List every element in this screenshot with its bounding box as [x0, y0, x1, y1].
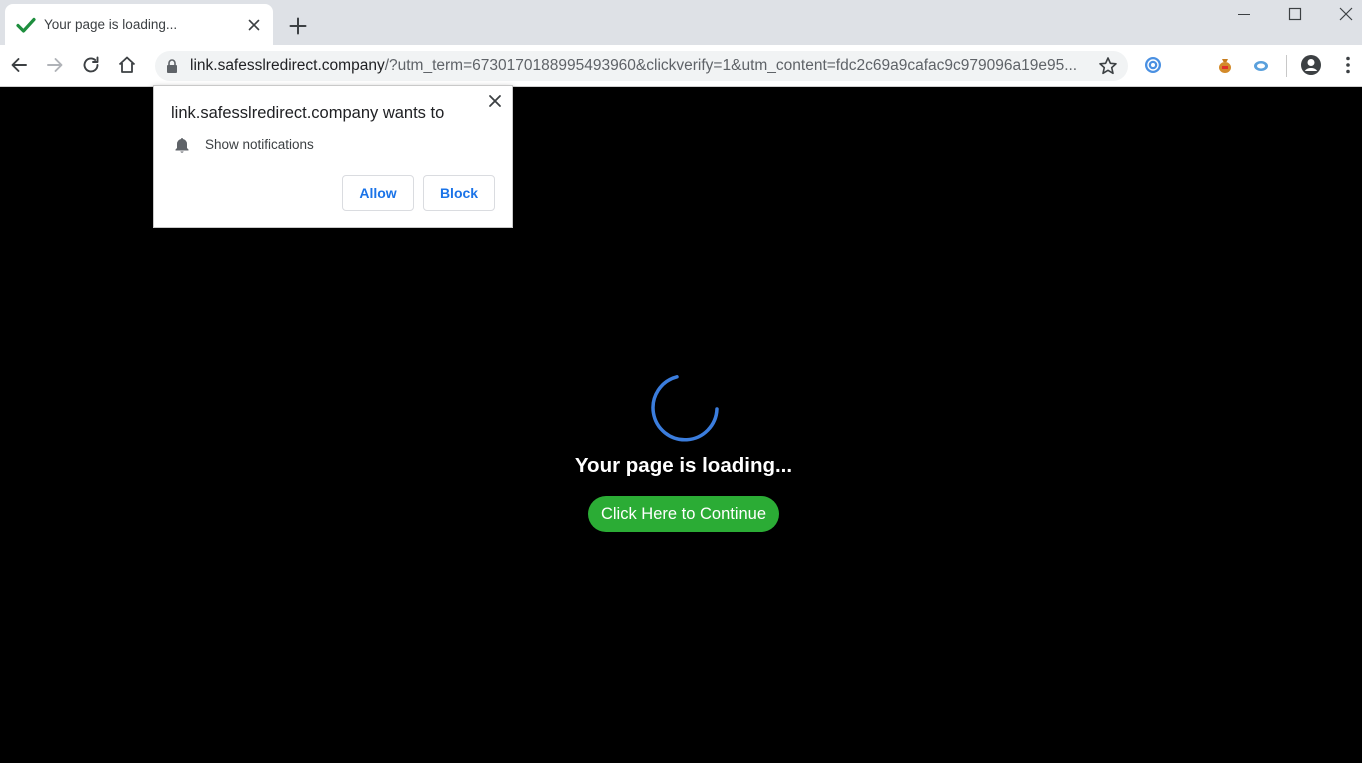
bell-icon	[175, 138, 189, 153]
loading-heading: Your page is loading...	[574, 454, 793, 477]
extension-cloud-icon[interactable]	[1252, 56, 1270, 74]
tab-close-icon[interactable]	[246, 17, 262, 33]
new-tab-icon[interactable]	[288, 16, 308, 36]
browser-tab[interactable]: Your page is loading...	[5, 4, 273, 45]
close-icon	[1339, 7, 1353, 21]
menu-kebab-icon[interactable]	[1337, 54, 1359, 76]
minimize-icon	[1238, 14, 1250, 15]
maximize-button[interactable]	[1270, 0, 1320, 30]
extension-globe-icon[interactable]	[1144, 56, 1162, 74]
continue-button[interactable]: Click Here to Continue	[588, 496, 779, 532]
tab-title: Your page is loading...	[44, 17, 178, 32]
url-host: link.safesslredirect.company	[190, 57, 385, 74]
address-bar[interactable]: link.safesslredirect.company/?utm_term=6…	[155, 51, 1128, 81]
prompt-title: link.safesslredirect.company wants to	[171, 104, 445, 122]
extension-money-bag-icon[interactable]	[1216, 56, 1234, 74]
allow-button[interactable]: Allow	[342, 175, 414, 211]
tab-strip: Your page is loading...	[0, 0, 1362, 45]
home-icon[interactable]	[116, 54, 138, 76]
close-icon[interactable]	[487, 93, 503, 109]
maximize-icon	[1288, 7, 1302, 21]
forward-arrow-icon[interactable]	[44, 54, 66, 76]
notification-permission-prompt: link.safesslredirect.company wants to Sh…	[153, 85, 513, 228]
back-arrow-icon[interactable]	[8, 54, 30, 76]
reload-icon[interactable]	[80, 54, 102, 76]
loading-spinner-icon	[651, 375, 719, 442]
url-text[interactable]: link.safesslredirect.company/?utm_term=6…	[190, 57, 1085, 75]
star-icon[interactable]	[1098, 56, 1118, 76]
block-button[interactable]: Block	[423, 175, 495, 211]
close-window-button[interactable]	[1321, 0, 1362, 30]
lock-icon[interactable]	[164, 58, 180, 74]
toolbar-separator	[1286, 55, 1287, 77]
minimize-button[interactable]	[1219, 0, 1269, 30]
checkmark-icon	[16, 17, 36, 33]
browser-toolbar: link.safesslredirect.company/?utm_term=6…	[0, 45, 1362, 87]
profile-avatar-icon[interactable]	[1300, 54, 1322, 76]
permission-label: Show notifications	[205, 137, 314, 152]
url-path: /?utm_term=6730170188995493960&clickveri…	[384, 57, 1078, 74]
